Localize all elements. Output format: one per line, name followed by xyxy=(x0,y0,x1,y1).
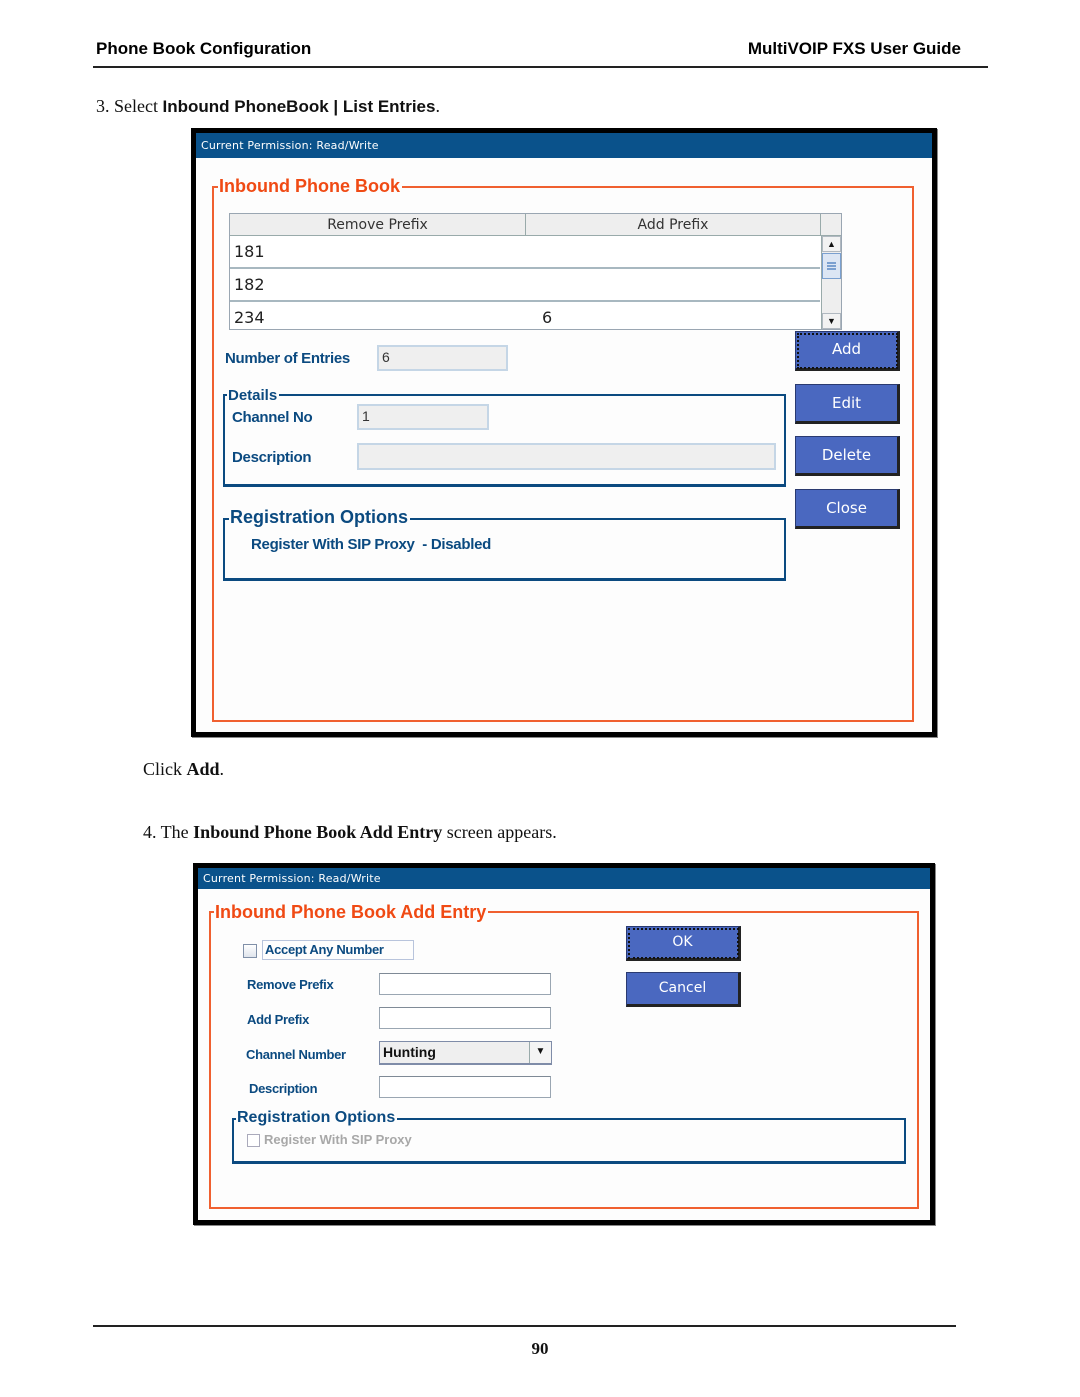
step-4-instruction: 4. The Inbound Phone Book Add Entry scre… xyxy=(143,822,557,843)
register-sip-proxy-label: Register With SIP Proxy xyxy=(264,1132,412,1147)
step-3-instruction: 3. Select Inbound PhoneBook | List Entri… xyxy=(96,96,440,117)
cell-remove-prefix: 234 xyxy=(234,308,265,327)
scroll-down-arrow-icon[interactable]: ▼ xyxy=(822,313,841,329)
add-prefix-input[interactable] xyxy=(379,1007,551,1029)
remove-prefix-label: Remove Prefix xyxy=(247,977,334,992)
close-button[interactable]: Close xyxy=(795,489,900,529)
description-input[interactable] xyxy=(379,1076,551,1098)
remove-prefix-input[interactable] xyxy=(379,973,551,995)
table-row[interactable]: 234 6 xyxy=(230,302,820,330)
click-add-suffix: . xyxy=(219,759,225,779)
ok-button[interactable]: OK xyxy=(626,926,741,961)
inbound-phone-book-screenshot: Current Permission: Read/Write Inbound P… xyxy=(191,128,937,737)
phone-book-table[interactable]: Remove Prefix Add Prefix 181 182 234 6 ▲… xyxy=(229,213,842,330)
channel-no-label: Channel No xyxy=(232,409,313,426)
description-field xyxy=(357,443,776,470)
page-number: 90 xyxy=(531,1339,549,1358)
dropdown-arrow-icon[interactable]: ▼ xyxy=(529,1042,551,1063)
add-entry-title: Inbound Phone Book Add Entry xyxy=(214,902,489,922)
grip-icon xyxy=(827,262,836,270)
channel-number-label: Channel Number xyxy=(246,1047,346,1062)
page-header-section: Phone Book Configuration xyxy=(96,39,312,58)
header-divider xyxy=(93,66,988,68)
registration-options-title: Registration Options xyxy=(236,1109,398,1127)
column-header-corner xyxy=(821,214,841,236)
description-label: Description xyxy=(232,449,312,466)
cell-remove-prefix: 182 xyxy=(234,275,265,294)
scroll-up-arrow-icon[interactable]: ▲ xyxy=(822,236,841,252)
step-3-menu-path: Inbound PhoneBook | List Entries xyxy=(162,97,436,116)
details-title: Details xyxy=(227,387,280,405)
register-sip-proxy-checkbox[interactable] xyxy=(247,1134,260,1147)
click-add-instruction: Click Add. xyxy=(143,759,224,780)
add-entry-screenshot: Current Permission: Read/Write Inbound P… xyxy=(193,863,935,1225)
accept-any-number-checkbox[interactable] xyxy=(243,944,257,958)
table-row[interactable]: 181 xyxy=(230,236,820,269)
sip-proxy-status: Register With SIP Proxy - Disabled xyxy=(251,536,491,553)
delete-button[interactable]: Delete xyxy=(795,436,900,476)
channel-number-dropdown[interactable]: Hunting ▼ xyxy=(379,1041,552,1065)
step-4-bold: Inbound Phone Book Add Entry xyxy=(193,822,443,842)
step-3-prefix: 3. Select xyxy=(96,96,163,116)
permission-bar: Current Permission: Read/Write xyxy=(198,868,930,889)
column-header-add-prefix[interactable]: Add Prefix xyxy=(526,214,821,236)
number-of-entries-field: 6 xyxy=(377,345,508,371)
add-prefix-label: Add Prefix xyxy=(247,1012,310,1027)
add-button[interactable]: Add xyxy=(795,331,900,371)
step-4-suffix: screen appears. xyxy=(442,822,557,842)
click-add-bold: Add xyxy=(186,759,220,779)
table-scrollbar[interactable]: ▲ ▼ xyxy=(821,236,841,329)
click-add-prefix: Click xyxy=(143,759,187,779)
cell-add-prefix: 6 xyxy=(542,308,553,327)
details-group xyxy=(223,394,786,487)
table-row[interactable]: 182 xyxy=(230,269,820,302)
permission-bar: Current Permission: Read/Write xyxy=(196,133,932,158)
scrollbar-thumb[interactable] xyxy=(822,253,841,279)
cancel-button[interactable]: Cancel xyxy=(626,972,741,1007)
column-header-remove-prefix[interactable]: Remove Prefix xyxy=(230,214,526,236)
inbound-phone-book-title: Inbound Phone Book xyxy=(218,176,402,196)
channel-no-field: 1 xyxy=(357,404,489,430)
edit-button[interactable]: Edit xyxy=(795,384,900,424)
cell-remove-prefix: 181 xyxy=(234,242,265,261)
description-label: Description xyxy=(249,1081,318,1096)
step-3-suffix: . xyxy=(435,96,440,116)
page-header-guide-title: MultiVOIP FXS User Guide xyxy=(747,39,961,58)
footer-divider xyxy=(93,1325,956,1327)
step-4-prefix: 4. The xyxy=(143,822,194,842)
registration-options-title: Registration Options xyxy=(229,507,411,527)
channel-number-value: Hunting xyxy=(383,1044,436,1060)
number-of-entries-label: Number of Entries xyxy=(225,350,350,367)
accept-any-number-label[interactable]: Accept Any Number xyxy=(262,940,414,960)
